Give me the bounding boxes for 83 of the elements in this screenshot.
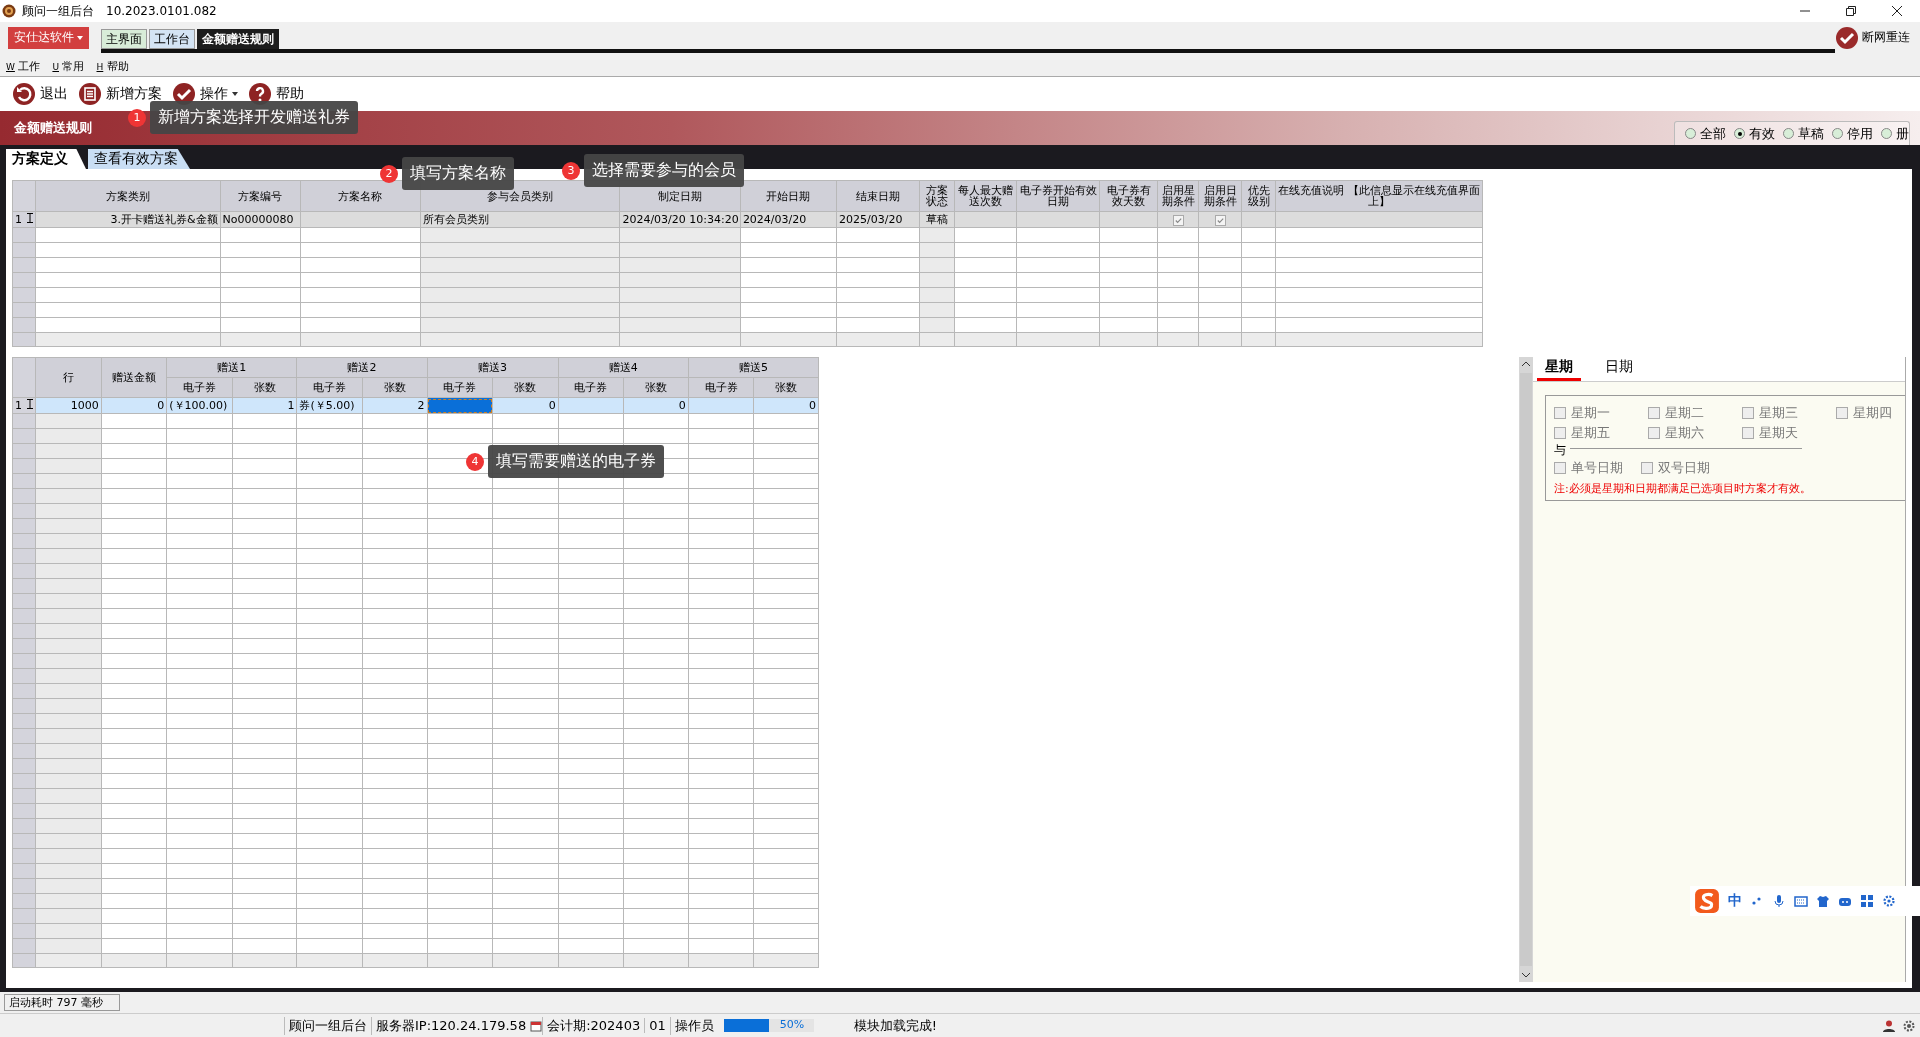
menu-item[interactable]: H 帮助 [96, 59, 129, 74]
filter-radio[interactable]: 停用 [1832, 124, 1873, 143]
weekday-checkbox[interactable]: 星期二 [1648, 404, 1742, 422]
table-cell: 3.开卡赠送礼券&金额 [35, 211, 221, 228]
date-checkbox[interactable]: 单号日期 [1554, 459, 1623, 477]
note-text: 注:必须是星期和日期都满足已选项目时方案才有效。 [1554, 481, 1812, 496]
column-header: 每人最大赠送次数 [955, 180, 1017, 212]
column-header: 赠送5 [688, 357, 819, 378]
column-header: 结束日期 [836, 180, 920, 212]
table-cell: 草稿 [919, 211, 955, 228]
callout-tooltip: 填写方案名称 [402, 157, 514, 190]
window-title: 顾问一组后台 [22, 2, 94, 20]
weekday-checkbox[interactable]: 星期一 [1554, 404, 1648, 422]
row-number: 1 [15, 213, 22, 226]
status-app: 顾问一组后台 [284, 1016, 371, 1035]
column-header: 赠送2 [296, 357, 428, 378]
weekday-checkbox[interactable]: 星期四 [1836, 404, 1920, 422]
column-header: 方案状态 [919, 180, 955, 212]
column-header: 行 [35, 357, 102, 398]
filter-radio[interactable]: 草稿 [1783, 124, 1824, 143]
condition-tab[interactable]: 日期 [1597, 358, 1641, 381]
table-cell: 1 [232, 397, 297, 414]
table-cell: 券(￥5.00) [296, 397, 363, 414]
table-cell: 0 [101, 397, 167, 414]
startup-time: 启动耗时 797 毫秒 [4, 994, 120, 1011]
weekday-checkbox[interactable]: 星期六 [1648, 424, 1742, 442]
table-cell: 2 [362, 397, 428, 414]
column-header: 方案类别 [35, 180, 221, 212]
status-period: 会计期:202403 [542, 1016, 645, 1035]
column-header: 方案编号 [220, 180, 300, 212]
menu-item[interactable]: W 工作 [6, 59, 41, 74]
version-label: 10.2023.0101.082 [106, 4, 217, 18]
weekday-checkbox[interactable]: 星期天 [1742, 424, 1836, 442]
app-tab[interactable]: 主界面 [101, 29, 147, 49]
date-checkbox[interactable]: 双号日期 [1641, 459, 1710, 477]
filter-radio[interactable]: 册 [1881, 124, 1909, 143]
table-cell: 0 [753, 397, 819, 414]
weekday-checkbox[interactable]: 星期三 [1742, 404, 1836, 422]
toolbar-button[interactable]: 退出 [12, 82, 68, 106]
status-operator-code: 01 [644, 1018, 670, 1033]
callout-tooltip: 选择需要参与的会员 [584, 154, 744, 187]
status-message: 模块加载完成! [852, 1016, 938, 1035]
content-tab[interactable]: 方案定义 [6, 149, 86, 169]
app-tab[interactable]: 金额赠送规则 [197, 29, 279, 49]
page-title: 金额赠送规则 [13, 119, 92, 137]
status-operator: 操作员 [669, 1016, 718, 1035]
step-badge: 1 [128, 108, 146, 127]
column-header: 电子券开始有效日期 [1016, 180, 1100, 212]
column-header: 电子券有效天数 [1099, 180, 1158, 212]
table-cell: 0 [623, 397, 689, 414]
column-header: 优先级别 [1241, 180, 1276, 212]
filter-radio[interactable]: 有效 [1734, 124, 1775, 143]
condition-tab[interactable]: 星期 [1537, 358, 1581, 381]
app-tab[interactable]: 工作台 [149, 29, 195, 49]
row-number: 1 [15, 399, 22, 412]
menu-item[interactable]: U 常用 [52, 59, 85, 74]
column-header: 赠送金额 [101, 357, 167, 398]
table-cell: 2024/03/20 10:34:20 [619, 211, 741, 228]
callout-tooltip: 新增方案选择开发赠送礼券 [150, 101, 358, 134]
conjunction-label: 与 [1554, 442, 1566, 459]
table-cell: No00000080 [220, 211, 300, 228]
column-header: 赠送1 [166, 357, 297, 378]
table-cell: 2025/03/20 [836, 211, 920, 228]
column-header: 赠送3 [427, 357, 559, 378]
callout-tooltip: 填写需要赠送的电子券 [488, 445, 664, 478]
column-header: 启用日期条件 [1198, 180, 1242, 212]
content-tab[interactable]: 查看有效方案 [88, 149, 190, 169]
table-cell: 所有会员类别 [420, 211, 620, 228]
input-mode[interactable]: 中 [1728, 892, 1742, 910]
filter-radio[interactable]: 全部 [1685, 124, 1726, 143]
table-cell: 1000 [35, 397, 102, 414]
progress-label: 50% [779, 1018, 805, 1031]
column-header: 在线充值说明 【此信息显示在线充值界面上】 [1275, 180, 1483, 212]
table-cell: 2024/03/20 [740, 211, 837, 228]
weekday-checkbox[interactable]: 星期五 [1554, 424, 1648, 442]
column-header: 方案名称 [300, 180, 421, 212]
brand-menu-button[interactable]: 安仕达软件 [8, 26, 89, 49]
column-header: 开始日期 [740, 180, 837, 212]
column-header: 启用星期条件 [1157, 180, 1199, 212]
table-cell: 0 [492, 397, 559, 414]
table-cell: (￥100.00) [166, 397, 233, 414]
column-header: 赠送4 [558, 357, 689, 378]
reconnect-button[interactable]: 断网重连 [1835, 25, 1910, 50]
